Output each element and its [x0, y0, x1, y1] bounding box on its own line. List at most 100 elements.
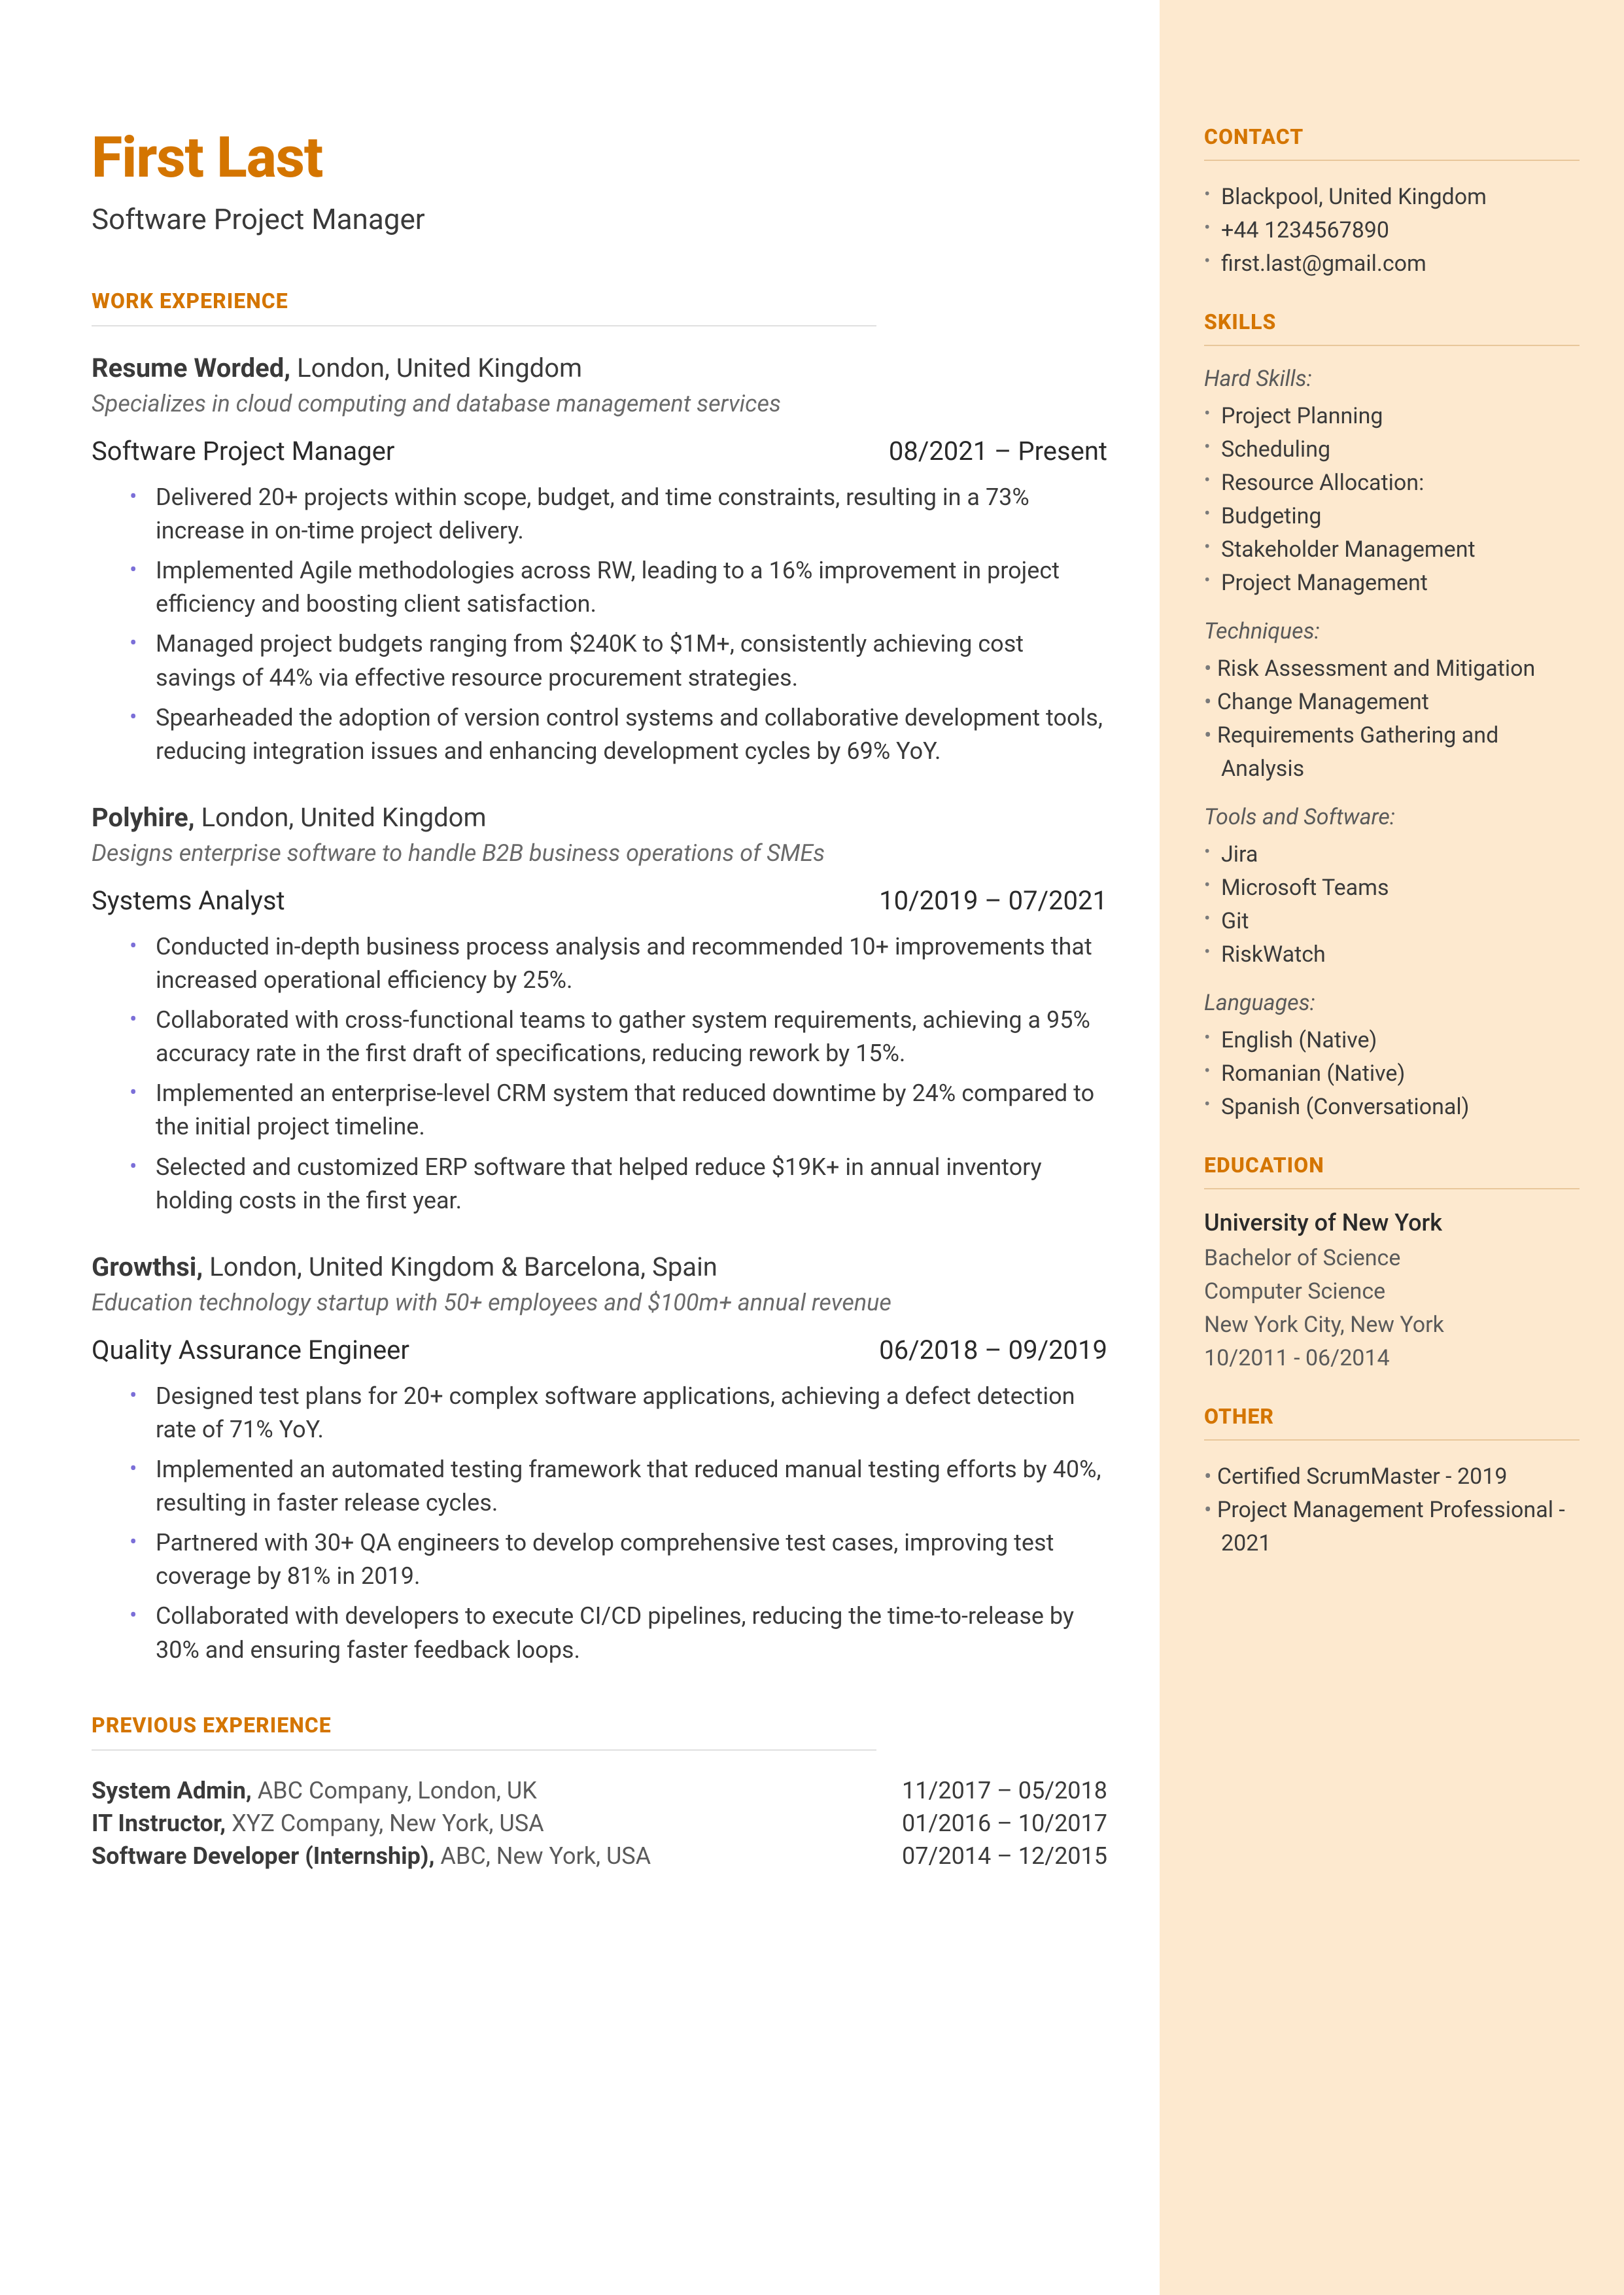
other-heading: OTHER — [1204, 1404, 1580, 1429]
previous-title: IT Instructor, — [92, 1810, 232, 1837]
languages-list: English (Native)Romanian (Native)Spanish… — [1204, 1024, 1580, 1124]
bullet-item: Conducted in-depth business process anal… — [137, 930, 1107, 997]
list-item: Microsoft Teams — [1204, 871, 1580, 905]
divider — [1204, 1439, 1580, 1441]
role-title: Software Project Manager — [92, 436, 394, 466]
languages-label: Languages: — [1204, 990, 1580, 1016]
company-name: Polyhire, — [92, 802, 201, 833]
job-entry: Resume Worded, London, United Kingdom Spe… — [92, 353, 1107, 768]
list-item: Budgeting — [1204, 500, 1580, 533]
tools-list: JiraMicrosoft TeamsGitRiskWatch — [1204, 838, 1580, 972]
previous-experience-list: System Admin, ABC Company, London, UK 11/… — [92, 1777, 1107, 1870]
role-row: Software Project Manager08/2021 – Presen… — [92, 436, 1107, 466]
list-item: Stakeholder Management — [1204, 533, 1580, 567]
candidate-title: Software Project Manager — [92, 202, 1107, 236]
sidebar-column: CONTACT Blackpool, United Kingdom+44 123… — [1160, 0, 1624, 2295]
previous-title-loc: Software Developer (Internship), ABC, Ne… — [92, 1842, 651, 1870]
list-item: Jira — [1204, 838, 1580, 871]
list-item: Project Management Professional - 2021 — [1204, 1494, 1580, 1560]
techniques-label: Techniques: — [1204, 618, 1580, 644]
previous-title-loc: System Admin, ABC Company, London, UK — [92, 1777, 537, 1804]
role-row: Systems Analyst 10/2019 – 07/2021 — [92, 885, 1107, 916]
previous-location: ABC, New York, USA — [440, 1842, 651, 1870]
bullet-item: Designed test plans for 20+ complex soft… — [137, 1380, 1107, 1446]
contact-heading: CONTACT — [1204, 124, 1580, 149]
tools-label: Tools and Software: — [1204, 804, 1580, 830]
previous-dates: 01/2016 – 10/2017 — [902, 1810, 1107, 1837]
job-entry: Growthsi, London, United Kingdom & Barce… — [92, 1252, 1107, 1667]
company-name: Resume Worded, — [92, 353, 297, 383]
company-location: London, United Kingdom — [297, 353, 582, 383]
work-experience-list: Resume Worded, London, United Kingdom Spe… — [92, 353, 1107, 1667]
list-item: Spanish (Conversational) — [1204, 1091, 1580, 1124]
bullet-item: Implemented Agile methodologies across R… — [137, 554, 1107, 621]
hard-skills-label: Hard Skills: — [1204, 366, 1580, 392]
previous-dates: 07/2014 – 12/2015 — [902, 1842, 1107, 1870]
bullet-item: Managed project budgets ranging from $24… — [137, 627, 1107, 694]
contact-list: Blackpool, United Kingdom+44 1234567890f… — [1204, 181, 1580, 281]
divider — [92, 325, 876, 326]
previous-dates: 11/2017 – 05/2018 — [902, 1777, 1107, 1804]
role-title: Quality Assurance Engineer — [92, 1335, 409, 1365]
list-item: Blackpool, United Kingdom — [1204, 181, 1580, 214]
work-experience-heading: WORK EXPERIENCE — [92, 289, 1107, 313]
job-bullets: Designed test plans for 20+ complex soft… — [92, 1380, 1107, 1667]
list-item: Resource Allocation: — [1204, 466, 1580, 500]
job-company-line: Polyhire, London, United Kingdom — [92, 802, 1107, 833]
education-degree: Bachelor of Science — [1204, 1242, 1580, 1275]
role-row: Quality Assurance Engineer 06/2018 – 09/2… — [92, 1335, 1107, 1365]
list-item: Requirements Gathering and Analysis — [1204, 719, 1580, 786]
company-description: Specializes in cloud computing and datab… — [92, 390, 1107, 417]
bullet-item: Implemented an automated testing framewo… — [137, 1453, 1107, 1520]
bullet-item: Delivered 20+ projects within scope, bud… — [137, 481, 1107, 548]
education-heading: EDUCATION — [1204, 1153, 1580, 1178]
previous-title-loc: IT Instructor, XYZ Company, New York, US… — [92, 1810, 544, 1837]
job-entry: Polyhire, London, United Kingdom Designs … — [92, 802, 1107, 1218]
candidate-name: First Last — [92, 124, 1107, 190]
divider — [1204, 1188, 1580, 1189]
skills-heading: SKILLS — [1204, 309, 1580, 334]
previous-experience-heading: PREVIOUS EXPERIENCE — [92, 1713, 1107, 1738]
previous-title: Software Developer (Internship), — [92, 1842, 440, 1870]
divider — [1204, 345, 1580, 346]
divider — [92, 1749, 876, 1751]
previous-location: XYZ Company, New York, USA — [232, 1810, 544, 1837]
role-dates: 10/2019 – 07/2021 — [879, 885, 1107, 916]
list-item: Project Planning — [1204, 400, 1580, 433]
list-item: English (Native) — [1204, 1024, 1580, 1057]
techniques-list: Risk Assessment and MitigationChange Man… — [1204, 652, 1580, 786]
other-list: Certified ScrumMaster - 2019Project Mana… — [1204, 1460, 1580, 1560]
list-item: +44 1234567890 — [1204, 214, 1580, 247]
role-dates: 06/2018 – 09/2019 — [879, 1335, 1107, 1365]
list-item: Risk Assessment and Mitigation — [1204, 652, 1580, 686]
list-item: Romanian (Native) — [1204, 1057, 1580, 1091]
list-item: Project Management — [1204, 567, 1580, 600]
list-item: Certified ScrumMaster - 2019 — [1204, 1460, 1580, 1494]
job-company-line: Resume Worded, London, United Kingdom — [92, 353, 1107, 383]
list-item: Change Management — [1204, 686, 1580, 719]
education-location: New York City, New York — [1204, 1308, 1580, 1342]
previous-row: Software Developer (Internship), ABC, Ne… — [92, 1842, 1107, 1870]
job-bullets: Delivered 20+ projects within scope, bud… — [92, 481, 1107, 768]
bullet-item: Spearheaded the adoption of version cont… — [137, 701, 1107, 768]
education-dates: 10/2011 - 06/2014 — [1204, 1342, 1580, 1375]
bullet-item: Implemented an enterprise-level CRM syst… — [137, 1077, 1107, 1144]
company-location: London, United Kingdom — [201, 802, 486, 833]
job-company-line: Growthsi, London, United Kingdom & Barce… — [92, 1252, 1107, 1282]
bullet-item: Collaborated with cross-functional teams… — [137, 1004, 1107, 1070]
company-location: London, United Kingdom & Barcelona, Spai… — [209, 1252, 717, 1282]
job-bullets: Conducted in-depth business process anal… — [92, 930, 1107, 1218]
bullet-item: Collaborated with developers to execute … — [137, 1600, 1107, 1666]
list-item: RiskWatch — [1204, 938, 1580, 972]
list-item: Scheduling — [1204, 433, 1580, 466]
education-school: University of New York — [1204, 1209, 1580, 1236]
list-item: Git — [1204, 905, 1580, 938]
role-title: Systems Analyst — [92, 885, 285, 916]
company-description: Designs enterprise software to handle B2… — [92, 839, 1107, 867]
hard-skills-list: Project PlanningSchedulingResource Alloc… — [1204, 400, 1580, 600]
education-block: University of New York Bachelor of Scien… — [1204, 1209, 1580, 1375]
divider — [1204, 160, 1580, 161]
previous-row: IT Instructor, XYZ Company, New York, US… — [92, 1810, 1107, 1837]
education-major: Computer Science — [1204, 1275, 1580, 1308]
list-item: first.last@gmail.com — [1204, 247, 1580, 281]
